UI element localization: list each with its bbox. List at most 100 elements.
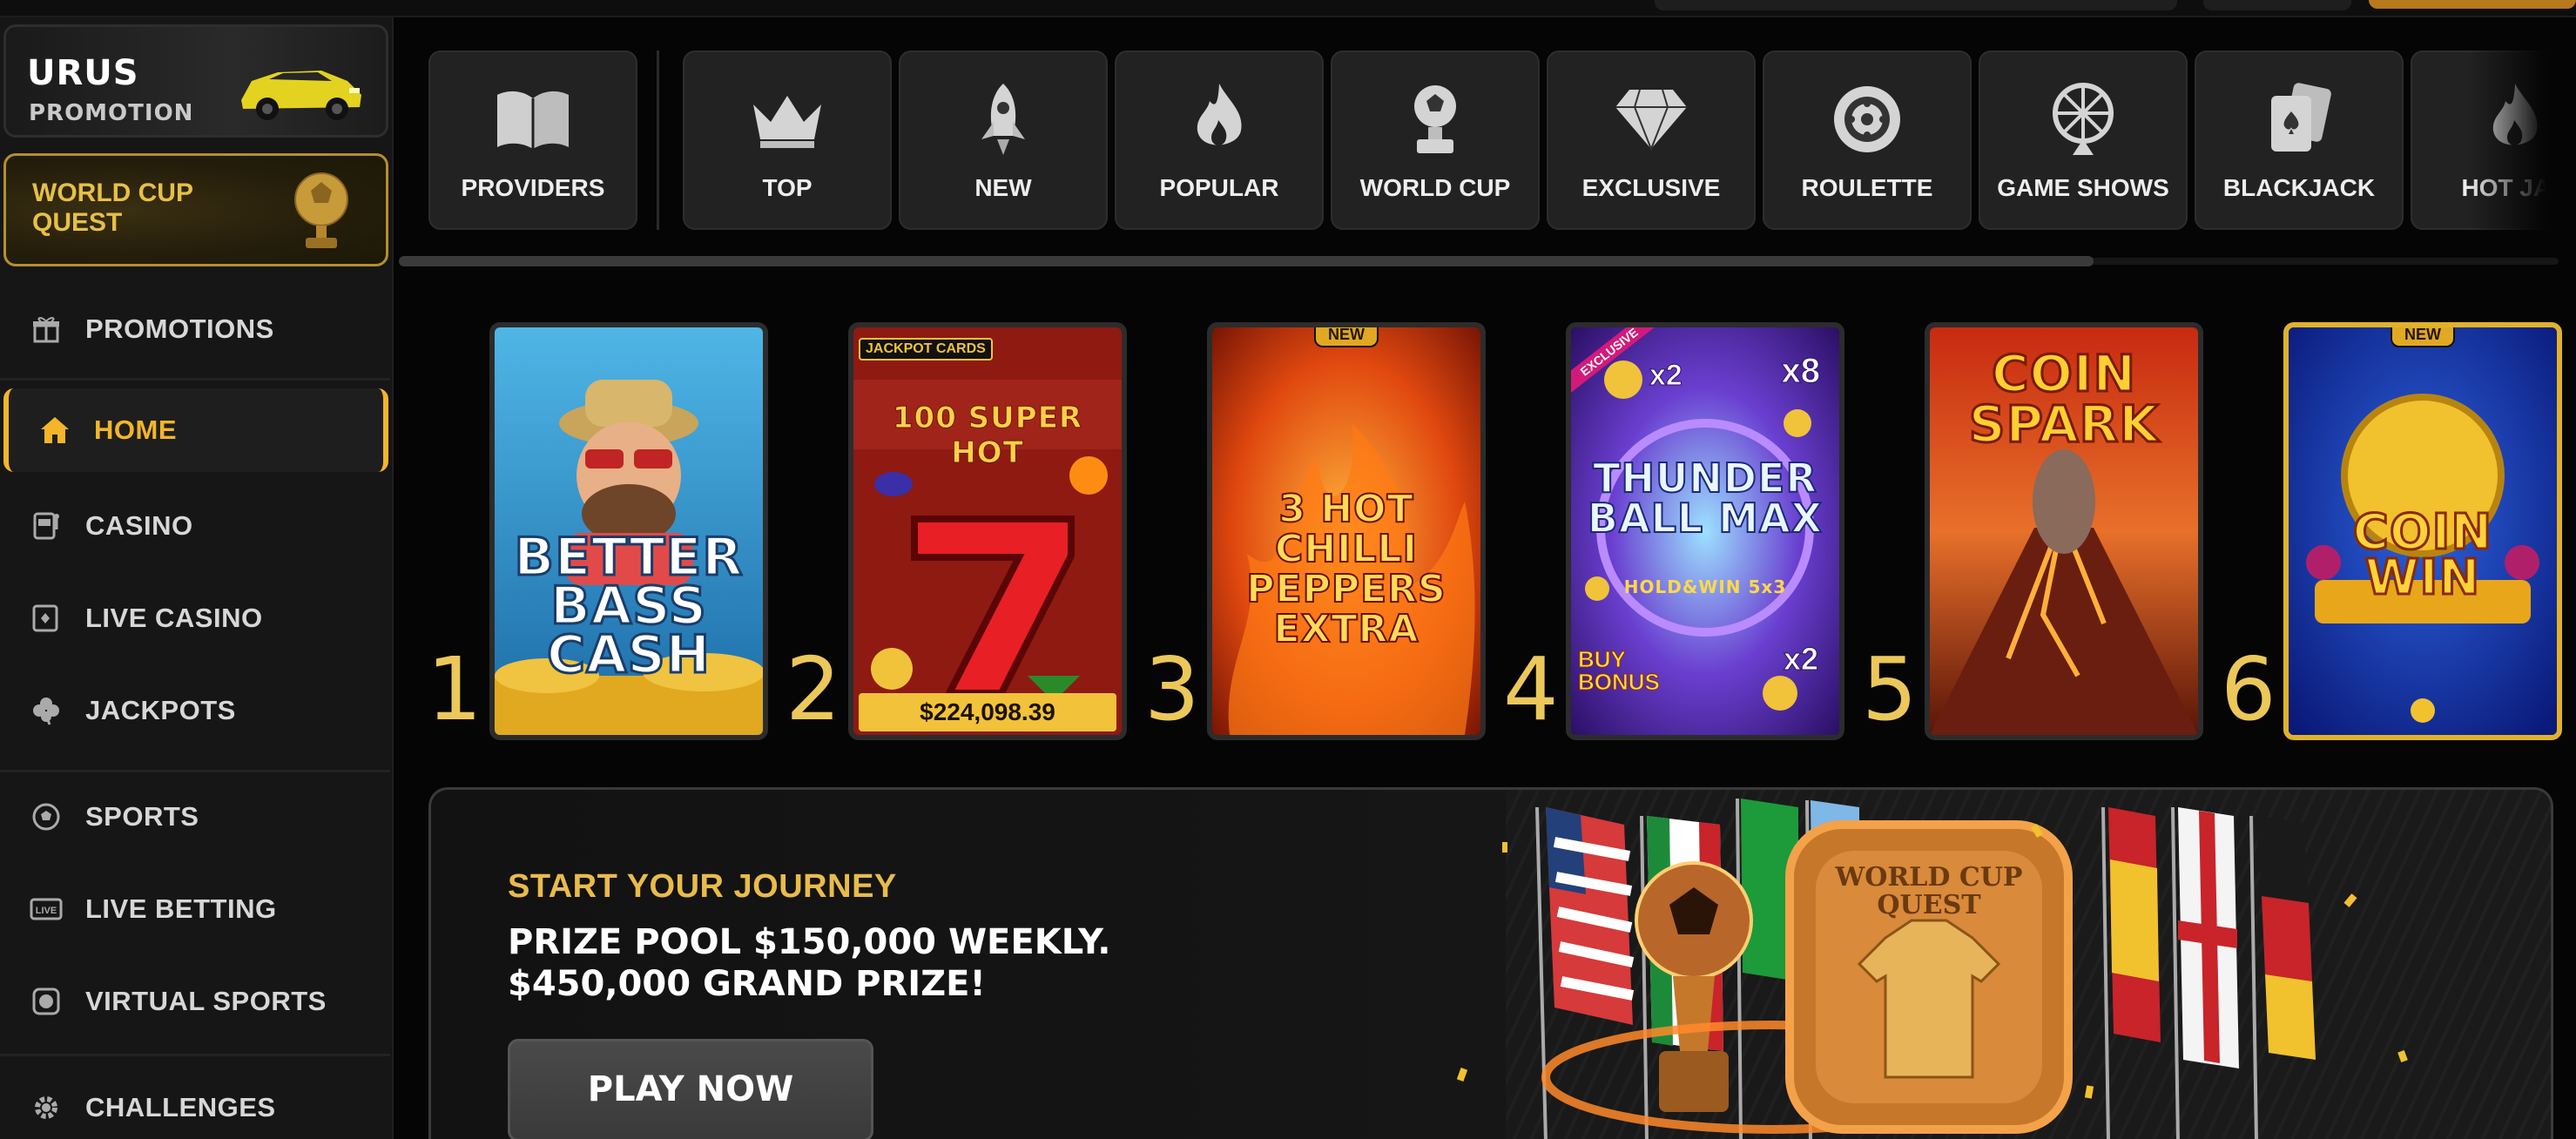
urus-title: URUS [27,53,139,93]
clover-icon [30,694,63,727]
banner-headline: PRIZE POOL $150,000 WEEKLY. [508,922,1111,962]
new-badge: NEW [1314,327,1379,347]
game-rank: 2 [786,638,841,740]
category-world-cup[interactable]: WORLD CUP [1331,51,1540,230]
sidebar-item-label: PROMOTIONS [85,313,274,344]
sidebar-item-promotions[interactable]: PROMOTIONS [0,287,390,371]
game-thumbnail[interactable]: EXCLUSIVE x2 x8 THUNDER BALL MAX HOLD&WI… [1566,322,1844,740]
register-button-edge[interactable] [2369,0,2576,9]
game-thumbnail[interactable]: JACKPOT CARDS 100 SUPER HOT $224,098.39 [848,322,1127,740]
divider [0,378,390,381]
sidebar-item-label: CASINO [85,510,193,541]
sidebar-item-jackpots[interactable]: JACKPOTS [0,669,390,752]
live-cards-icon [30,602,63,635]
game-title: 3 HOT CHILLI PEPPERS EXTRA [1245,487,1446,651]
banner-headline-2: $450,000 GRAND PRIZE! [508,964,986,1004]
car-icon [241,71,361,120]
banner-kicker: START YOUR JOURNEY [508,868,897,905]
flags-trophy-artwork: WORLD CUP QUEST [1456,798,2408,1139]
category-roulette[interactable]: ROULETTE [1763,51,1972,230]
sidebar-item-virtual-sports[interactable]: VIRTUAL SPORTS [0,960,390,1043]
multiplier-label: x8 [1781,352,1820,391]
game-card[interactable]: 5 COIN SPARK [1853,322,2210,740]
game-subtitle: HOLD&WIN 5x3 [1623,576,1787,597]
quest-title: WORLD CUP QUEST [32,179,193,237]
svg-text:LIVE: LIVE [36,906,57,916]
sidebar-item-sports[interactable]: SPORTS [0,775,390,859]
sidebar-item-challenges[interactable]: CHALLENGES [0,1066,390,1139]
category-scrollbar[interactable] [399,256,2094,266]
top-games-row: 1 BETTER BASS CASH 2 JACKPOT CARDS 100 S… [418,322,2576,749]
world-cup-quest-card[interactable]: WORLD CUP QUEST [3,153,388,266]
soccer-ball-icon [30,800,63,833]
category-top[interactable]: TOP [683,51,892,230]
rocket-icon [964,82,1042,157]
quest-badge-text: WORLD CUP [1835,862,2023,893]
play-now-button[interactable]: PLAY NOW [508,1039,873,1139]
game-thumbnail[interactable]: NEW COIN WIN [2283,322,2562,740]
sidebar-item-home[interactable]: HOME [3,388,388,472]
world-cup-quest-banner[interactable]: START YOUR JOURNEY PRIZE POOL $150,000 W… [428,787,2553,1139]
flame-icon [1180,82,1258,157]
divider [0,1054,390,1056]
trophy-icon [1396,82,1474,157]
game-card[interactable]: 6 NEW COIN WIN [2212,322,2569,740]
game-title: 100 SUPER HOT [892,401,1083,471]
search-bar-edge[interactable] [1655,0,2177,10]
category-label: NEW [974,174,1032,201]
category-label: POPULAR [1159,174,1279,201]
crown-icon [748,82,826,157]
provider-badge: JACKPOT CARDS [859,338,993,361]
urus-promotion-card[interactable]: URUS PROMOTION [3,24,388,138]
sidebar-item-label: VIRTUAL SPORTS [85,986,327,1016]
game-thumbnail[interactable]: COIN SPARK [1925,322,2203,740]
category-new[interactable]: NEW [899,51,1108,230]
category-bar: PROVIDERS TOP NEW POPULAR WORLD CUP EXCL… [428,51,2546,232]
category-label: BLACKJACK [2222,174,2376,201]
category-label: GAME SHOWS [1997,174,2169,201]
sidebar-item-live-betting[interactable]: LIVE LIVE BETTING [0,867,390,951]
diamond-icon [1612,82,1690,157]
sidebar-item-casino[interactable]: CASINO [0,484,390,568]
virtual-ball-icon [30,985,63,1018]
game-card[interactable]: 2 JACKPOT CARDS 100 SUPER HOT $224,098.3… [777,322,1134,740]
category-label: PROVIDERS [461,174,605,201]
category-separator [657,51,659,230]
multiplier-label: x2 [1649,359,1683,393]
login-button-edge[interactable] [2203,0,2351,10]
scroll-fade [2468,51,2546,232]
game-card[interactable]: 1 BETTER BASS CASH [418,322,775,740]
new-badge: NEW [2391,327,2455,347]
category-exclusive[interactable]: EXCLUSIVE [1547,51,1756,230]
wheel-icon [2044,82,2122,157]
gift-icon [30,313,63,346]
roulette-icon [1828,82,1906,157]
game-rank: 5 [1862,638,1918,740]
trophy-ball-icon [294,172,348,248]
sidebar-item-label: LIVE CASINO [85,603,263,633]
game-rank: 4 [1503,638,1559,740]
sidebar-item-label: SPORTS [85,801,199,832]
game-card[interactable]: 3 NEW 3 HOT CHILLI PEPPERS EXTRA [1136,322,1493,740]
slot-machine-icon [30,509,63,543]
jackpot-amount: $224,098.39 [859,693,1116,731]
england-flag-icon [2171,806,2239,1139]
category-game-shows[interactable]: GAME SHOWS [1979,51,2188,230]
divider [0,770,390,772]
game-thumbnail[interactable]: NEW 3 HOT CHILLI PEPPERS EXTRA [1207,322,1486,740]
game-thumbnail[interactable]: BETTER BASS CASH [489,322,768,740]
category-label: EXCLUSIVE [1581,174,1721,201]
game-rank: 6 [2221,638,2276,740]
svg-text:QUEST: QUEST [1877,890,1981,920]
multiplier-label: x2 [1783,641,1818,677]
game-title: BETTER BASS CASH [513,527,744,685]
game-card[interactable]: 4 EXCLUSIVE x2 x8 THUNDER BALL MAX HOLD&… [1494,322,1851,740]
seven-artwork [853,327,1122,735]
sidebar: URUS PROMOTION WORLD CUP QUEST PROMOTION… [0,17,394,1139]
sidebar-item-live-casino[interactable]: LIVE CASINO [0,576,390,660]
category-blackjack[interactable]: BLACKJACK [2195,51,2404,230]
category-popular[interactable]: POPULAR [1115,51,1324,230]
category-providers[interactable]: PROVIDERS [428,51,637,230]
germany-flag-icon [2249,815,2316,1139]
game-title: THUNDER BALL MAX [1587,455,1824,542]
